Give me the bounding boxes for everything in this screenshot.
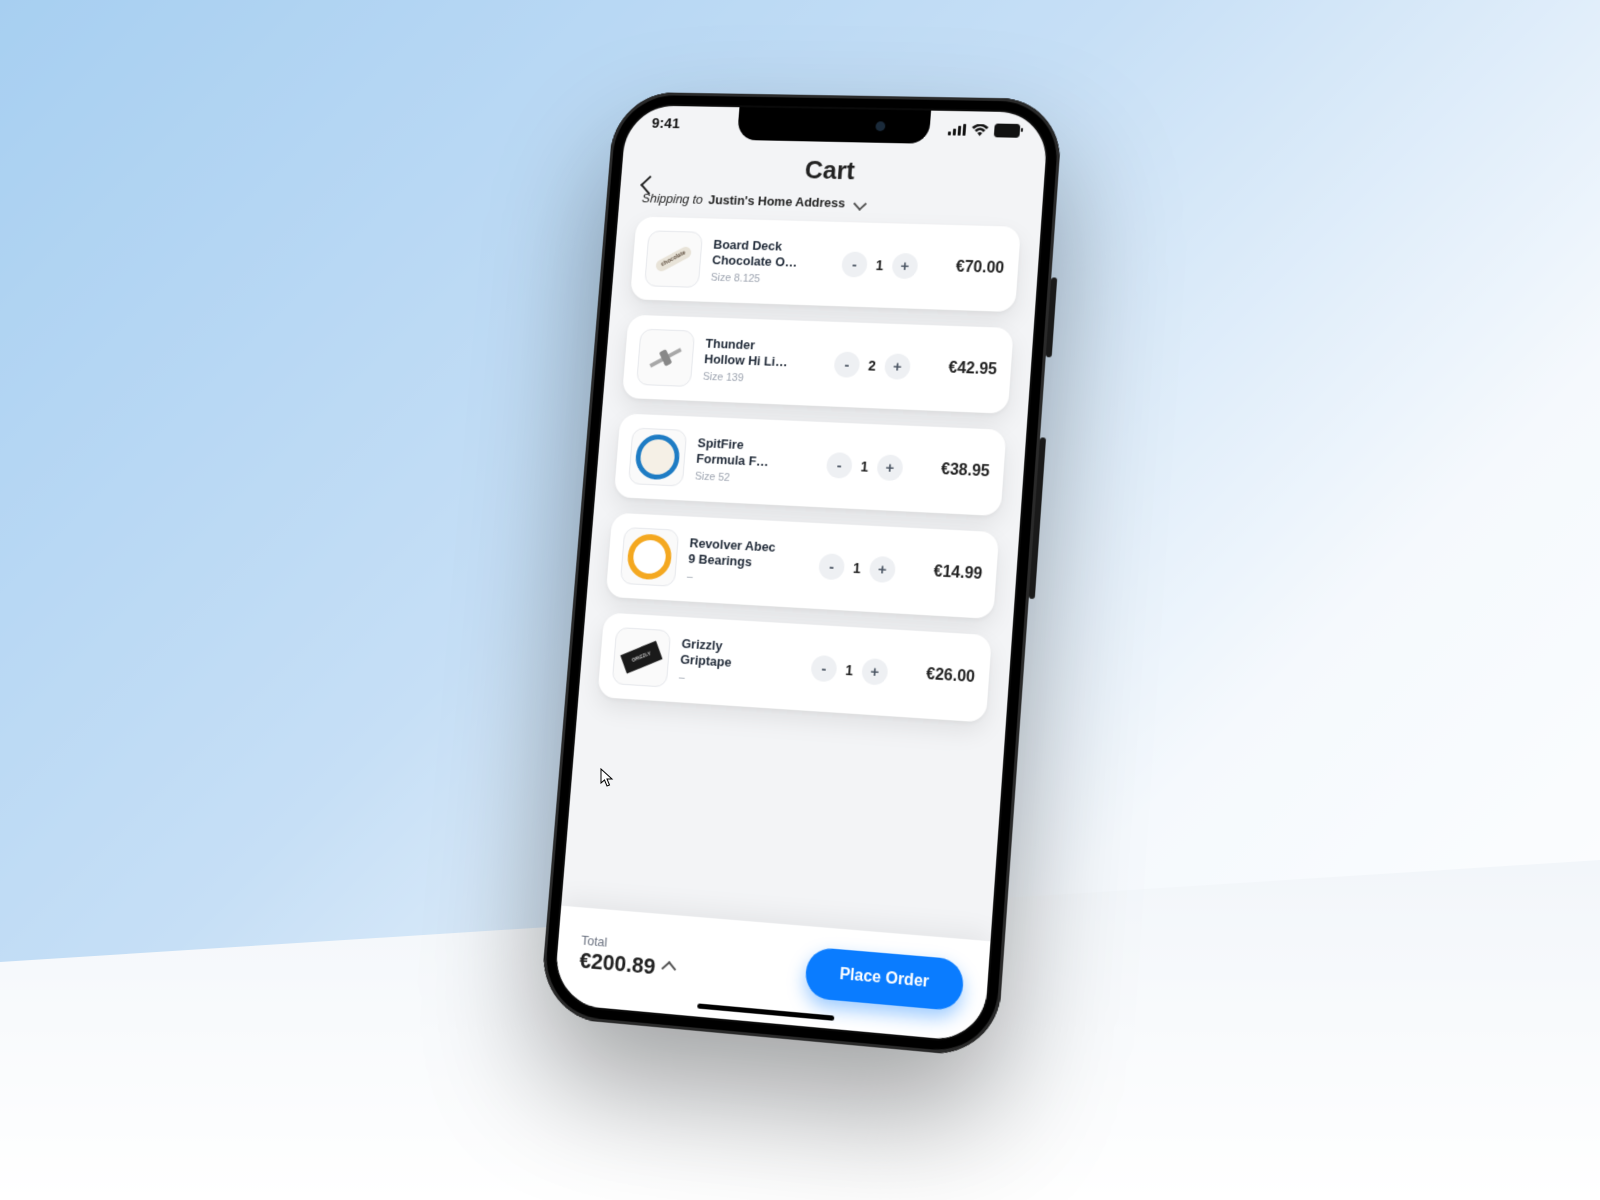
cart-item: Revolver Abec 9 Bearings – - 1 + €14.99 [606,513,1000,619]
qty-value: 1 [857,458,872,475]
chevron-up-icon [661,961,676,977]
item-size: Size 8.125 [710,271,798,285]
status-time: 9:41 [651,115,680,132]
total-value: €200.89 [579,947,657,980]
qty-decrease-button[interactable]: - [833,351,860,378]
cart-item: SpitFire Formula F… Size 52 - 1 + €38.95 [614,413,1007,516]
item-price: €70.00 [929,258,1005,278]
mouse-cursor [600,768,614,788]
qty-decrease-button[interactable]: - [826,452,853,479]
back-button[interactable] [642,178,656,192]
item-name: SpitFire Formula F… [696,436,786,471]
item-size: – [678,671,767,689]
phone-side-button [1046,277,1058,357]
item-thumbnail [636,329,695,387]
qty-increase-button[interactable]: + [869,556,896,583]
item-thumbnail [620,527,679,587]
item-thumbnail [628,428,687,487]
phone-side-button [1029,437,1046,599]
item-thumbnail: chocolate [644,230,703,288]
qty-increase-button[interactable]: + [861,658,888,686]
item-name: Board Deck Chocolate O… [712,237,802,270]
qty-increase-button[interactable]: + [884,353,911,380]
item-price: €14.99 [906,562,983,584]
item-name: Thunder Hollow Hi Li… [704,336,794,370]
cellular-icon [948,123,966,135]
camera-dot [875,121,885,131]
qty-value: 1 [850,560,865,577]
battery-icon [994,123,1021,137]
phone-notch [737,107,931,144]
chevron-down-icon [853,196,867,210]
phone-screen: 9:41 Cart Shipping to Justin's Home Addr… [553,105,1049,1042]
item-name: Revolver Abec 9 Bearings [688,536,778,572]
cart-items-list: chocolate Board Deck Chocolate O… Size 8… [577,216,1041,744]
wifi-icon [971,124,989,136]
cart-item: Thunder Hollow Hi Li… Size 139 - 2 + €42… [622,315,1014,414]
item-price: €42.95 [921,359,997,380]
qty-decrease-button[interactable]: - [810,655,837,683]
qty-decrease-button[interactable]: - [841,251,868,277]
qty-value: 1 [872,257,887,273]
item-size: Size 52 [694,470,783,486]
qty-value: 1 [842,662,857,679]
cart-item: GRIZZLY Grizzly Griptape – - 1 + €26.00 [597,612,992,722]
phone-frame: 9:41 Cart Shipping to Justin's Home Addr… [539,92,1064,1059]
qty-increase-button[interactable]: + [876,454,903,481]
item-size: – [687,570,776,587]
qty-decrease-button[interactable]: - [818,553,845,580]
background: 9:41 Cart Shipping to Justin's Home Addr… [0,0,1600,1200]
phone-stage: 9:41 Cart Shipping to Justin's Home Addr… [539,92,1064,1059]
item-price: €26.00 [899,664,976,687]
item-thumbnail: GRIZZLY [612,627,672,688]
qty-value: 2 [865,357,880,373]
shipping-prefix: Shipping to [641,191,703,207]
checkout-footer: Total €200.89 Place Order [553,906,990,1043]
item-size: Size 139 [702,371,791,386]
place-order-button[interactable]: Place Order [804,947,965,1012]
cart-item: chocolate Board Deck Chocolate O… Size 8… [630,217,1021,313]
item-name: Grizzly Griptape [680,636,771,672]
item-price: €38.95 [914,460,990,481]
shipping-address: Justin's Home Address [708,192,846,210]
qty-increase-button[interactable]: + [891,253,918,279]
